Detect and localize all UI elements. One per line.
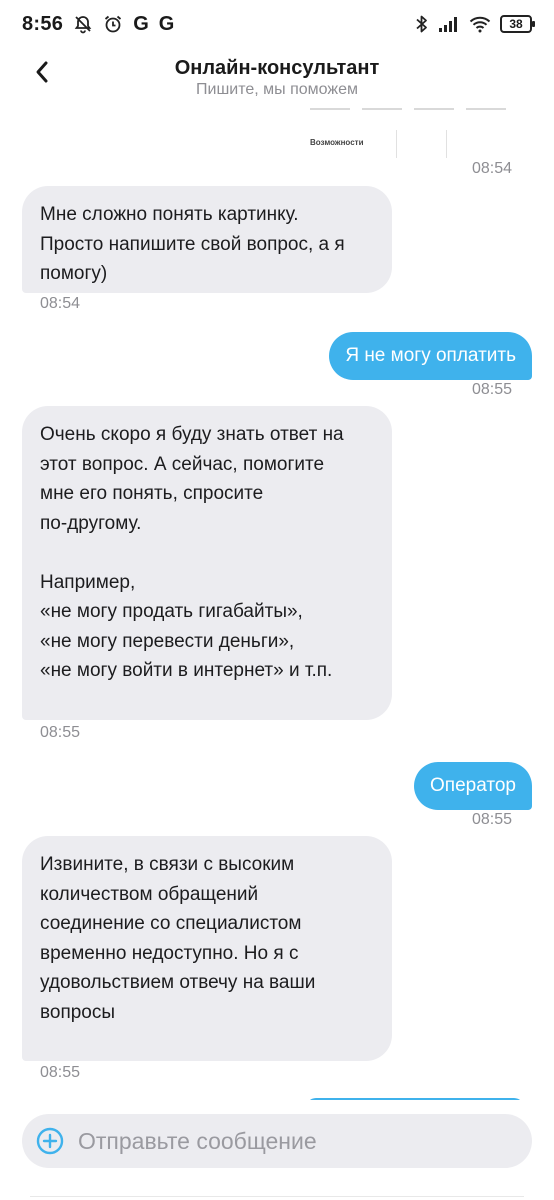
message-time: 08:55: [40, 724, 81, 741]
message-time: 08:54: [40, 295, 81, 312]
wifi-icon: [469, 15, 491, 33]
status-g-icon: G: [158, 12, 175, 35]
page-subtitle: Пишите, мы поможем: [196, 81, 358, 98]
status-time: 8:56: [22, 12, 64, 35]
page-title: Онлайн-консультант: [174, 57, 380, 79]
chevron-left-icon: [34, 60, 50, 89]
chat-header: Онлайн-консультант Пишите, мы поможем: [0, 48, 554, 108]
message-list[interactable]: Возможности 08:54 Мне сложно понять карт…: [0, 108, 554, 1100]
incoming-message: Очень скоро я буду знать ответ на этот в…: [22, 406, 392, 720]
mute-bell-icon: [73, 14, 93, 34]
bluetooth-icon: [415, 14, 429, 34]
image-divider: [446, 130, 447, 158]
outgoing-message: Я не могу оплатить: [329, 332, 532, 380]
outgoing-message-text: Я не могу оплатить: [345, 345, 516, 367]
status-g-icon: G: [133, 12, 149, 35]
outgoing-message-text: Оператор: [430, 775, 516, 797]
outgoing-message-partial: [306, 1098, 524, 1100]
battery-level: 38: [509, 17, 523, 31]
plus-circle-icon[interactable]: [36, 1127, 64, 1155]
image-message[interactable]: Возможности: [296, 108, 528, 158]
image-divider: [396, 130, 397, 158]
message-time: 08:54: [472, 160, 513, 177]
image-caption: Возможности: [310, 138, 364, 147]
incoming-message: Извините, в связи с высоким количеством …: [22, 836, 392, 1061]
divider: [30, 1196, 524, 1197]
alarm-icon: [103, 14, 123, 34]
outgoing-message: Оператор: [414, 762, 532, 810]
status-bar: 8:56 G G 38: [0, 0, 554, 48]
message-time: 08:55: [472, 381, 513, 398]
back-button[interactable]: [24, 56, 60, 92]
message-input[interactable]: [78, 1127, 532, 1155]
message-time: 08:55: [40, 1064, 81, 1081]
incoming-message: Мне сложно понять картинку. Просто напиш…: [22, 186, 392, 293]
screen: 8:56 G G 38 Онлайн-консультант Пишите, м…: [0, 0, 554, 1200]
signal-icon: [438, 15, 460, 33]
message-composer: [22, 1114, 532, 1168]
image-content: [310, 108, 514, 110]
battery-icon: 38: [500, 15, 535, 33]
message-time: 08:55: [472, 811, 513, 828]
